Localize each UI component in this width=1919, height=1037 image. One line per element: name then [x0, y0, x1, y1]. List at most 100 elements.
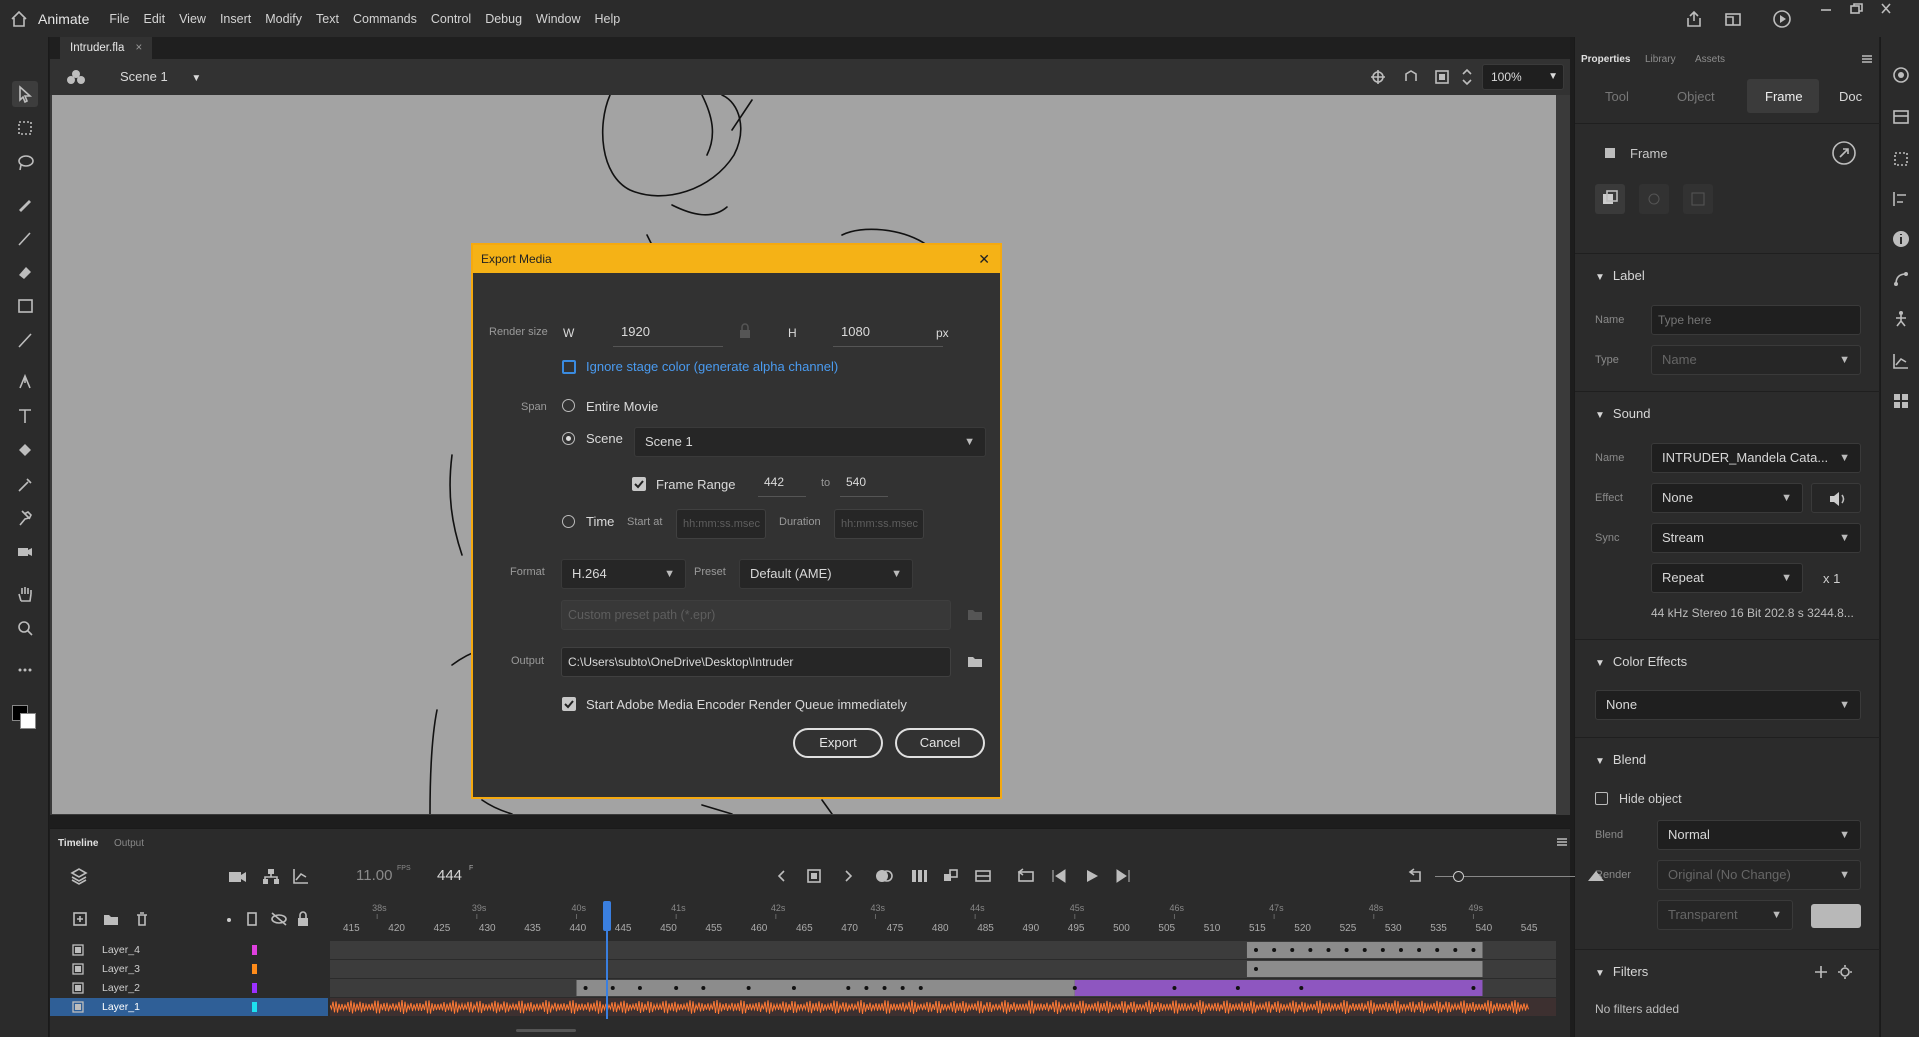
color-effect-dropdown[interactable]: None ▼: [1595, 690, 1861, 720]
brush-tool[interactable]: [12, 225, 38, 251]
scene-selector[interactable]: Scene 1 ▼: [120, 69, 201, 84]
tab-properties[interactable]: Properties: [1581, 54, 1630, 65]
subtab-tool[interactable]: Tool: [1605, 89, 1629, 104]
pen-tool[interactable]: [12, 369, 38, 395]
fit-frames-icon[interactable]: [1586, 868, 1606, 884]
share-icon[interactable]: [1684, 9, 1704, 29]
rectangle-tool[interactable]: [12, 293, 38, 319]
browse-preset-folder-icon[interactable]: [967, 607, 983, 621]
sound-sync-dropdown[interactable]: Stream ▼: [1651, 523, 1861, 553]
graph-panel-icon[interactable]: [1891, 351, 1911, 371]
eyedropper-tool[interactable]: [12, 471, 38, 497]
parenting-icon[interactable]: [262, 867, 280, 885]
cancel-button[interactable]: Cancel: [895, 728, 985, 758]
scene-radio[interactable]: [562, 432, 575, 445]
loop-icon[interactable]: [1016, 868, 1036, 884]
filters-section-title[interactable]: ▼ Filters: [1595, 964, 1648, 979]
tab-output[interactable]: Output: [114, 838, 144, 849]
menu-text[interactable]: Text: [316, 12, 339, 26]
line-tool[interactable]: [12, 327, 38, 353]
menu-file[interactable]: File: [109, 12, 129, 26]
insert-keyframe-icon[interactable]: [806, 868, 822, 884]
menu-insert[interactable]: Insert: [220, 12, 251, 26]
more-tools[interactable]: [12, 657, 38, 683]
pencil-tool[interactable]: [12, 191, 38, 217]
label-type-dropdown[interactable]: Name ▼: [1651, 345, 1861, 375]
layers-icon[interactable]: [70, 867, 88, 885]
selection-tool[interactable]: [12, 81, 38, 107]
edit-sound-button[interactable]: [1811, 483, 1861, 513]
zoom-slider-handle[interactable]: [1453, 871, 1464, 882]
frame-range-from[interactable]: 442: [764, 475, 784, 489]
timeline-menu-icon[interactable]: [1556, 837, 1568, 847]
subtab-object[interactable]: Object: [1677, 89, 1715, 104]
edit-multiple-frames-icon[interactable]: [910, 868, 928, 884]
frame-range-to[interactable]: 540: [846, 475, 866, 489]
convert-frame-button[interactable]: [1639, 184, 1669, 214]
graph-icon[interactable]: [292, 867, 310, 885]
filter-settings-icon[interactable]: [1837, 964, 1853, 980]
highlight-dot-icon[interactable]: [224, 915, 234, 925]
fill-color-swatch[interactable]: [20, 713, 36, 729]
label-name-input[interactable]: [1651, 305, 1861, 335]
visibility-icon[interactable]: [270, 911, 288, 927]
layer-name[interactable]: Layer_4: [102, 941, 140, 959]
onion-skin-icon[interactable]: [874, 868, 894, 884]
step-back-icon[interactable]: [1050, 868, 1068, 884]
tab-timeline[interactable]: Timeline: [58, 838, 98, 849]
layer-color-swatch[interactable]: [252, 983, 257, 993]
layer-row-layer_2[interactable]: Layer_2: [50, 979, 328, 997]
label-section-title[interactable]: ▼ Label: [1595, 268, 1645, 283]
zoom-dropdown[interactable]: 100% ▼: [1482, 64, 1564, 90]
rotate-view-icon[interactable]: [1403, 69, 1419, 85]
hand-tool[interactable]: [12, 581, 38, 607]
dialog-close-icon[interactable]: ✕: [978, 245, 990, 273]
paste-frame-button[interactable]: [1683, 184, 1713, 214]
step-forward-icon[interactable]: [1114, 868, 1132, 884]
current-frame[interactable]: 444: [437, 867, 462, 884]
color-effects-title[interactable]: ▼ Color Effects: [1595, 654, 1687, 669]
library-panel-icon[interactable]: [1891, 107, 1911, 127]
menu-commands[interactable]: Commands: [353, 12, 417, 26]
layer-color-swatch[interactable]: [252, 945, 257, 955]
info-panel-icon[interactable]: [1891, 229, 1911, 249]
menu-debug[interactable]: Debug: [485, 12, 522, 26]
menu-control[interactable]: Control: [431, 12, 471, 26]
panel-menu-icon[interactable]: [1861, 54, 1873, 64]
scene-dropdown[interactable]: Scene 1 ▼: [634, 427, 986, 457]
time-radio[interactable]: [562, 515, 575, 528]
delete-layer-icon[interactable]: [134, 911, 150, 927]
center-stage-icon[interactable]: [1370, 69, 1386, 85]
paint-bucket-tool[interactable]: [12, 437, 38, 463]
camera-tool[interactable]: [12, 539, 38, 565]
minimize-icon[interactable]: [1817, 3, 1837, 15]
frame-range-checkbox[interactable]: [632, 477, 646, 491]
blend-section-title[interactable]: ▼ Blend: [1595, 752, 1646, 767]
restore-icon[interactable]: [1847, 3, 1867, 15]
frame-link-icon[interactable]: [1831, 140, 1857, 166]
home-icon[interactable]: [10, 10, 28, 28]
entire-movie-radio[interactable]: [562, 399, 575, 412]
properties-panel-icon[interactable]: [1891, 65, 1911, 85]
new-frame-button[interactable]: [1595, 184, 1625, 214]
outline-icon[interactable]: [246, 911, 258, 927]
zoom-stepper-icon[interactable]: [1461, 66, 1473, 88]
output-path-input[interactable]: C:\Users\subto\OneDrive\Desktop\Intruder: [561, 647, 951, 677]
workspace-icon[interactable]: [1723, 9, 1743, 29]
start-at-input[interactable]: hh:mm:ss.msec: [676, 509, 766, 539]
subtab-doc[interactable]: Doc: [1839, 89, 1862, 104]
free-transform-tool[interactable]: [12, 115, 38, 141]
create-tween-icon[interactable]: [942, 868, 960, 884]
center-playhead-icon[interactable]: [1406, 868, 1424, 884]
play-icon[interactable]: [1084, 868, 1100, 884]
new-layer-icon[interactable]: [72, 911, 88, 927]
tab-assets[interactable]: Assets: [1695, 54, 1725, 65]
fps-value[interactable]: 11.00: [356, 867, 392, 884]
layer-color-swatch[interactable]: [252, 1002, 257, 1012]
camera-icon[interactable]: [228, 869, 248, 885]
document-tab[interactable]: Intruder.fla ×: [60, 37, 153, 59]
components-panel-icon[interactable]: [1891, 391, 1911, 411]
ignore-stage-checkbox[interactable]: [562, 360, 576, 374]
menu-modify[interactable]: Modify: [265, 12, 302, 26]
close-window-icon[interactable]: [1877, 3, 1897, 15]
